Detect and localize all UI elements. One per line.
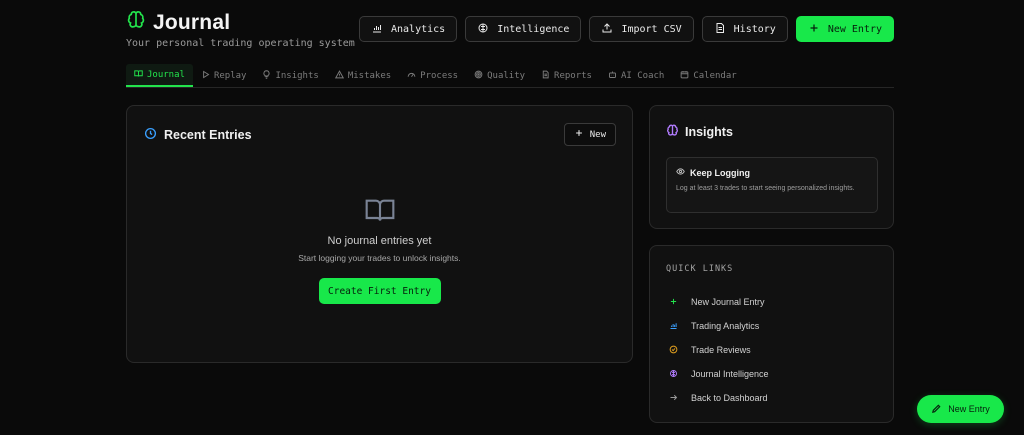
tab-process[interactable]: Process bbox=[399, 64, 466, 87]
quick-links-card: QUICK LINKS New Journal Entry Trading An… bbox=[649, 245, 894, 423]
pen-icon bbox=[931, 403, 942, 416]
tab-journal[interactable]: Journal bbox=[126, 64, 193, 87]
new-entry-label: New Entry bbox=[827, 23, 882, 35]
title-row: Journal bbox=[126, 10, 230, 35]
empty-state: No journal entries yet Start logging you… bbox=[127, 194, 632, 304]
plus-icon bbox=[574, 128, 584, 141]
file-icon bbox=[714, 22, 726, 37]
tab-label: Replay bbox=[213, 70, 247, 81]
insights-title: Insights bbox=[685, 125, 733, 139]
new-label: New bbox=[589, 129, 606, 140]
insights-card: Insights Keep Logging Log at least 3 tra… bbox=[649, 105, 894, 229]
tab-insights[interactable]: Insights bbox=[254, 64, 326, 87]
floating-new-entry-button[interactable]: New Entry bbox=[917, 395, 1004, 423]
brain-icon bbox=[477, 22, 489, 37]
page-subtitle: Your personal trading operating system bbox=[126, 38, 355, 49]
quick-link-label: Trading Analytics bbox=[691, 321, 760, 331]
insight-item: Keep Logging Log at least 3 trades to st… bbox=[666, 157, 878, 213]
tab-label: Insights bbox=[275, 70, 319, 81]
plus-icon bbox=[669, 297, 678, 308]
tab-reports[interactable]: Reports bbox=[533, 64, 600, 87]
book-icon bbox=[134, 69, 143, 81]
quick-link-label: Journal Intelligence bbox=[691, 369, 769, 379]
intelligence-label: Intelligence bbox=[497, 23, 570, 35]
file-icon bbox=[541, 70, 550, 82]
header-actions: Analytics Intelligence Import CSV Histor… bbox=[359, 16, 894, 42]
brain-icon bbox=[669, 369, 678, 380]
arrow-right-icon bbox=[669, 393, 678, 404]
brain-icon bbox=[666, 124, 679, 140]
recent-entries-card: Recent Entries New No journal entries ye… bbox=[126, 105, 633, 363]
page-header: Journal Your personal trading operating … bbox=[126, 10, 894, 54]
page-title: Journal bbox=[153, 10, 231, 34]
empty-title: No journal entries yet bbox=[327, 235, 432, 247]
quick-link-journal-intelligence[interactable]: Journal Intelligence bbox=[669, 362, 769, 386]
analytics-button[interactable]: Analytics bbox=[359, 16, 458, 42]
import-csv-button[interactable]: Import CSV bbox=[589, 16, 694, 42]
check-circle-icon bbox=[669, 345, 678, 356]
quick-link-trading-analytics[interactable]: Trading Analytics bbox=[669, 314, 769, 338]
tab-label: Journal bbox=[147, 69, 185, 80]
quick-link-label: Back to Dashboard bbox=[691, 393, 768, 403]
bot-icon bbox=[608, 70, 617, 82]
play-icon bbox=[201, 70, 210, 82]
warning-icon bbox=[334, 69, 344, 82]
calendar-icon bbox=[680, 70, 689, 82]
analytics-label: Analytics bbox=[391, 23, 446, 35]
history-button[interactable]: History bbox=[701, 16, 788, 42]
eye-icon bbox=[676, 167, 685, 178]
insight-item-title: Keep Logging bbox=[690, 167, 750, 178]
bar-chart-icon bbox=[669, 321, 678, 332]
quick-links-title: QUICK LINKS bbox=[666, 264, 734, 274]
target-icon bbox=[474, 70, 483, 82]
new-button[interactable]: New bbox=[563, 123, 616, 146]
tab-mistakes[interactable]: Mistakes bbox=[327, 64, 399, 87]
quick-link-back-to-dashboard[interactable]: Back to Dashboard bbox=[669, 386, 769, 410]
clock-icon bbox=[144, 127, 157, 143]
bar-chart-icon bbox=[371, 22, 383, 37]
insight-item-header: Keep Logging bbox=[676, 167, 868, 178]
insight-item-description: Log at least 3 trades to start seeing pe… bbox=[676, 185, 855, 192]
empty-description: Start logging your trades to unlock insi… bbox=[298, 253, 461, 263]
quick-links-list: New Journal Entry Trading Analytics Trad… bbox=[669, 290, 769, 410]
recent-entries-header: Recent Entries bbox=[144, 127, 252, 143]
intelligence-button[interactable]: Intelligence bbox=[465, 16, 582, 42]
tab-calendar[interactable]: Calendar bbox=[672, 64, 744, 87]
upload-icon bbox=[601, 22, 613, 37]
lightbulb-icon bbox=[262, 69, 271, 82]
tab-label: Process bbox=[420, 70, 459, 81]
insights-header: Insights bbox=[666, 124, 733, 140]
new-entry-button[interactable]: New Entry bbox=[795, 16, 894, 42]
tab-label: Reports bbox=[554, 70, 592, 81]
tab-quality[interactable]: Quality bbox=[466, 64, 533, 87]
quick-link-new-journal-entry[interactable]: New Journal Entry bbox=[669, 290, 769, 314]
nav-tabs: Journal Replay Insights Mistakes Process… bbox=[126, 64, 894, 88]
tab-ai-coach[interactable]: AI Coach bbox=[600, 64, 672, 87]
plus-icon bbox=[808, 22, 820, 37]
tab-label: Quality bbox=[487, 70, 526, 81]
floating-new-entry-label: New Entry bbox=[948, 404, 990, 414]
import-csv-label: Import CSV bbox=[621, 23, 682, 35]
quick-link-trade-reviews[interactable]: Trade Reviews bbox=[669, 338, 769, 362]
recent-entries-title: Recent Entries bbox=[164, 128, 252, 142]
open-book-icon bbox=[364, 194, 396, 226]
create-first-entry-button[interactable]: Create First Entry bbox=[318, 278, 441, 304]
tab-label: Mistakes bbox=[347, 70, 392, 81]
tab-replay[interactable]: Replay bbox=[193, 64, 255, 87]
gauge-icon bbox=[407, 70, 416, 82]
tab-label: Calendar bbox=[693, 70, 737, 81]
history-label: History bbox=[733, 23, 776, 35]
brain-icon bbox=[126, 10, 146, 35]
quick-link-label: Trade Reviews bbox=[691, 345, 751, 355]
tab-label: AI Coach bbox=[620, 70, 665, 81]
quick-link-label: New Journal Entry bbox=[691, 297, 765, 307]
